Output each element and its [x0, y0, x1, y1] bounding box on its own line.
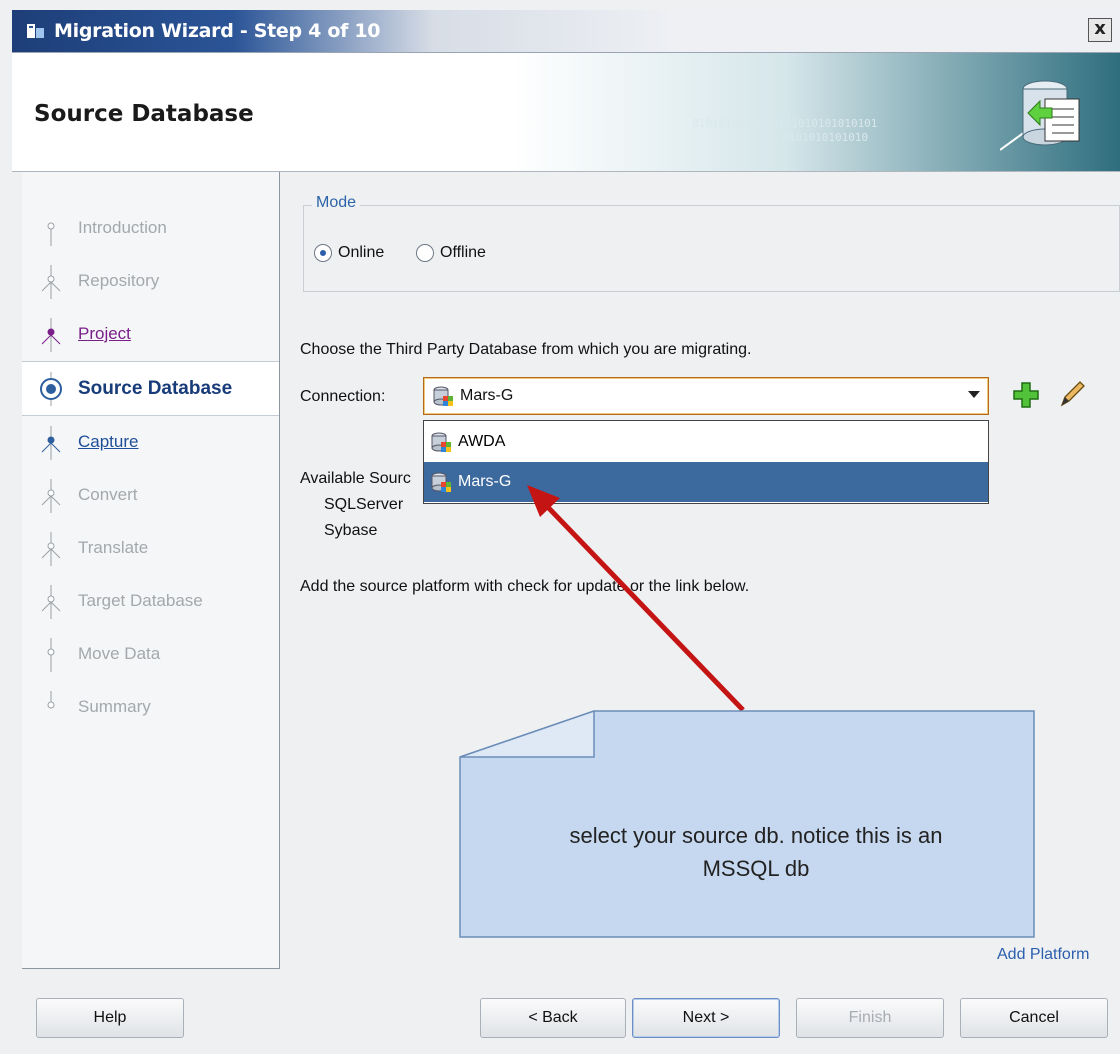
finish-button[interactable]: Finish: [796, 998, 944, 1038]
help-button[interactable]: Help: [36, 998, 184, 1038]
back-button[interactable]: < Back: [480, 998, 626, 1038]
callout-text-line2: MSSQL db: [702, 856, 810, 881]
next-button[interactable]: Next >: [632, 998, 780, 1038]
cancel-button[interactable]: Cancel: [960, 998, 1108, 1038]
migration-wizard-window: Migration Wizard - Step 4 of 10 x Source…: [0, 0, 1120, 1054]
add-platform-link[interactable]: Add Platform: [997, 946, 1089, 964]
annotation-callout: select your source db. notice this is an…: [456, 709, 1036, 939]
callout-text-line1: select your source db. notice this is an: [569, 823, 943, 848]
